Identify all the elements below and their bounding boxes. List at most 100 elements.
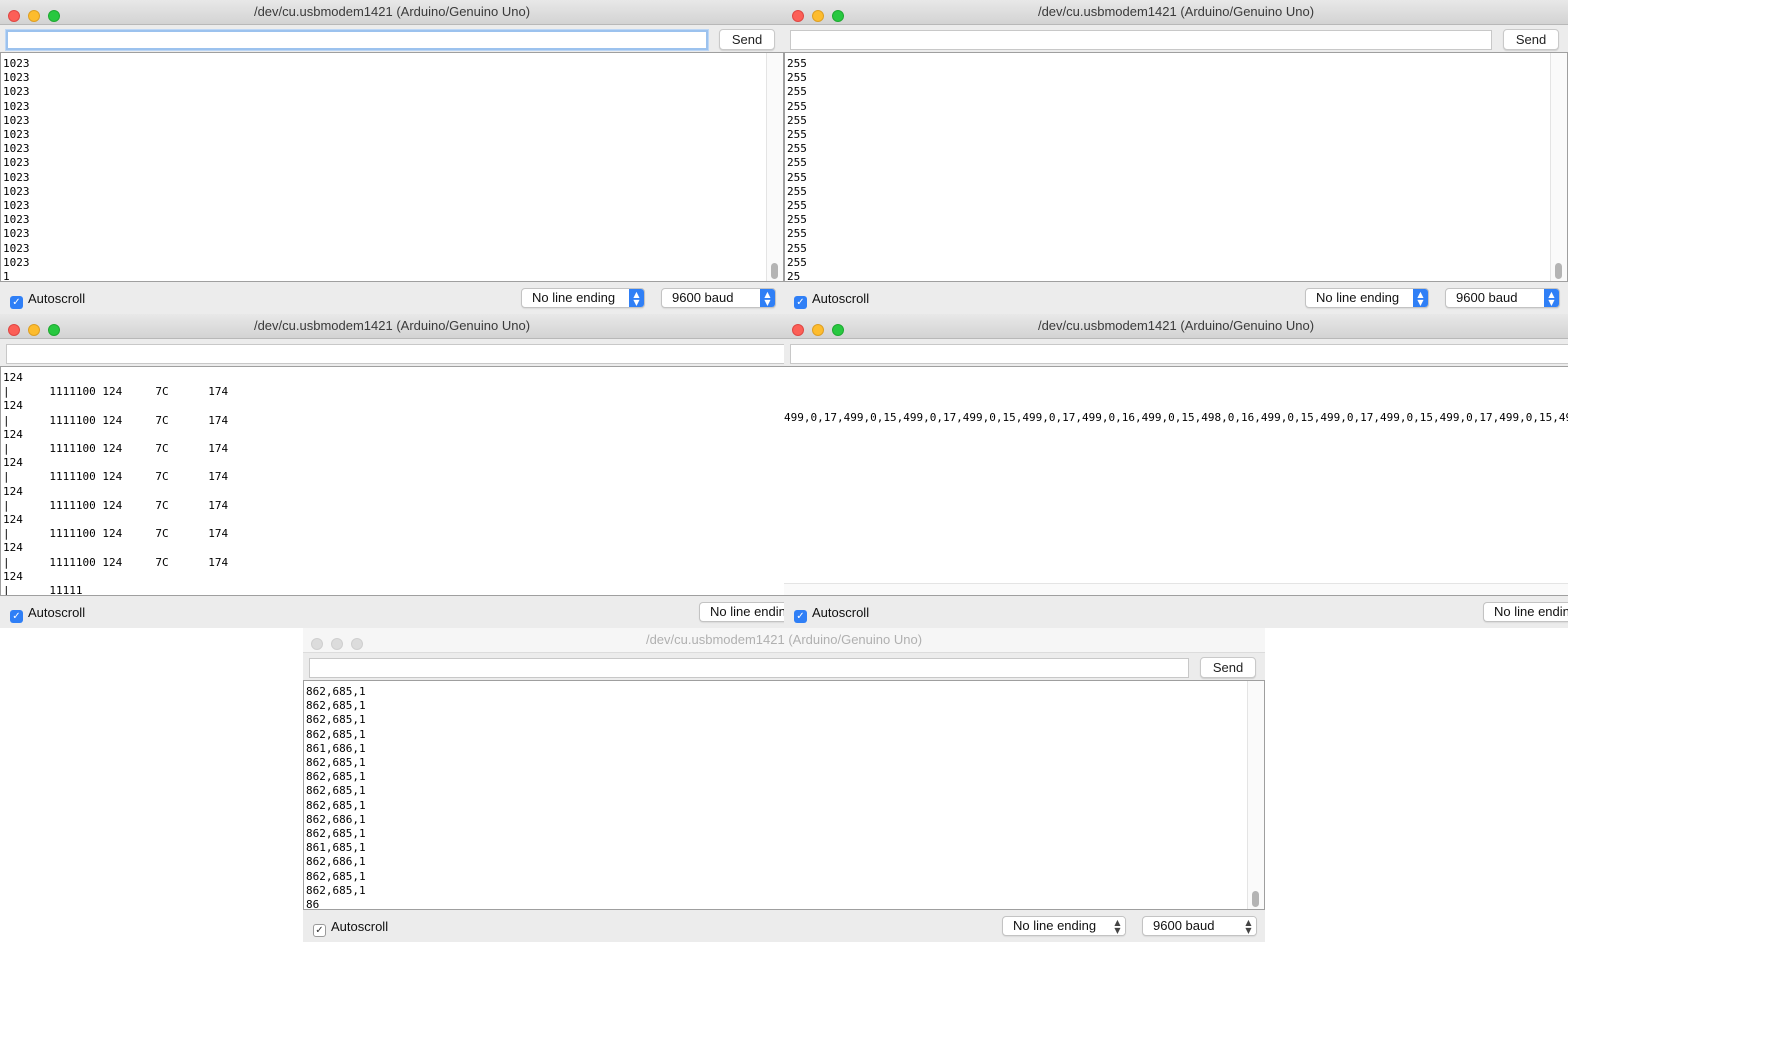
line-ending-select[interactable]: No line ending ▲ ▼: [1002, 916, 1126, 936]
chevron-updown-icon: ▲ ▼: [1413, 289, 1428, 307]
window-controls: [311, 634, 371, 650]
checkmark-icon: ✓: [313, 924, 326, 937]
window-title: /dev/cu.usbmodem1421 (Arduino/Genuino Un…: [1037, 318, 1315, 333]
serial-monitor-window-mid-right: /dev/cu.usbmodem1421 (Arduino/Genuino Un…: [784, 314, 1568, 628]
zoom-window-icon[interactable]: [832, 10, 844, 22]
autoscroll-checkbox[interactable]: ✓ Autoscroll: [10, 605, 86, 623]
line-ending-value: No line ending: [1013, 918, 1097, 933]
bottom-bar: ✓ Autoscroll No line ending ▲ ▼ 9600 baud ▲ ▼: [0, 281, 784, 314]
close-window-icon[interactable]: [8, 324, 20, 336]
vertical-scrollbar[interactable]: [766, 53, 783, 281]
serial-output[interactable]: 862,685,1 862,685,1 862,685,1 862,685,1 …: [303, 680, 1265, 910]
chevron-updown-icon: ▲ ▼: [1241, 917, 1256, 935]
vertical-scrollbar[interactable]: [1247, 681, 1264, 909]
autoscroll-label: Autoscroll: [812, 291, 870, 306]
serial-output[interactable]: 255 255 255 255 255 255 255 255 255 255 …: [784, 52, 1568, 282]
send-input[interactable]: [6, 344, 784, 364]
autoscroll-label: Autoscroll: [331, 919, 389, 934]
scrollbar-thumb[interactable]: [1555, 263, 1562, 279]
title-bar[interactable]: /dev/cu.usbmodem1421 (Arduino/Genuino Un…: [0, 0, 784, 25]
serial-output-text: 124 | 1111100 124 7C 174 124 | 1111100 1…: [3, 371, 229, 596]
title-bar[interactable]: /dev/cu.usbmodem1421 (Arduino/Genuino Un…: [784, 314, 1568, 339]
bottom-bar: ✓ Autoscroll No line ending ▲ ▼ 9600 baud ▲ ▼: [303, 909, 1265, 942]
baud-rate-select[interactable]: 9600 baud ▲ ▼: [1142, 916, 1257, 936]
serial-monitor-window-top-right: /dev/cu.usbmodem1421 (Arduino/Genuino Un…: [784, 0, 1568, 314]
checkmark-icon: ✓: [10, 610, 23, 623]
serial-output-text: 1023 1023 1023 1023 1023 1023 1023 1023 …: [3, 57, 30, 282]
send-input[interactable]: [790, 344, 1568, 364]
line-ending-value: No line endin: [710, 604, 784, 619]
close-window-icon[interactable]: [311, 638, 323, 650]
chevron-updown-icon: ▲ ▼: [629, 289, 644, 307]
line-ending-select[interactable]: No line endin: [699, 602, 784, 622]
autoscroll-checkbox[interactable]: ✓ Autoscroll: [10, 291, 86, 309]
send-button[interactable]: Send: [1200, 657, 1256, 678]
send-button[interactable]: Send: [719, 29, 775, 50]
bottom-bar: ✓ Autoscroll No line endin: [0, 595, 784, 628]
line-ending-select[interactable]: No line endin: [1483, 602, 1568, 622]
vertical-scrollbar[interactable]: [1550, 53, 1567, 281]
send-button[interactable]: Send: [1503, 29, 1559, 50]
chevron-updown-icon: ▲ ▼: [760, 289, 775, 307]
autoscroll-checkbox[interactable]: ✓ Autoscroll: [794, 291, 870, 309]
zoom-window-icon[interactable]: [48, 10, 60, 22]
chevron-updown-icon: ▲ ▼: [1544, 289, 1559, 307]
baud-rate-value: 9600 baud: [1456, 290, 1518, 305]
send-input[interactable]: [309, 658, 1189, 678]
checkmark-icon: ✓: [10, 296, 23, 309]
serial-monitor-window-top-left: /dev/cu.usbmodem1421 (Arduino/Genuino Un…: [0, 0, 784, 314]
line-ending-select[interactable]: No line ending ▲ ▼: [521, 288, 645, 308]
window-controls: [8, 320, 68, 336]
line-ending-select[interactable]: No line ending ▲ ▼: [1305, 288, 1429, 308]
title-bar[interactable]: /dev/cu.usbmodem1421 (Arduino/Genuino Un…: [303, 628, 1265, 653]
serial-output-text: 499,0,17,499,0,15,499,0,17,499,0,15,499,…: [784, 411, 1568, 424]
serial-monitor-window-bottom: /dev/cu.usbmodem1421 (Arduino/Genuino Un…: [303, 628, 1265, 942]
window-controls: [792, 6, 852, 22]
line-ending-value: No line ending: [532, 290, 616, 305]
minimize-window-icon[interactable]: [812, 324, 824, 336]
send-input[interactable]: [790, 30, 1492, 50]
minimize-window-icon[interactable]: [28, 324, 40, 336]
serial-output-text: 862,685,1 862,685,1 862,685,1 862,685,1 …: [306, 685, 366, 910]
zoom-window-icon[interactable]: [48, 324, 60, 336]
title-bar[interactable]: /dev/cu.usbmodem1421 (Arduino/Genuino Un…: [784, 0, 1568, 25]
close-window-icon[interactable]: [8, 10, 20, 22]
baud-rate-select[interactable]: 9600 baud ▲ ▼: [1445, 288, 1560, 308]
window-title: /dev/cu.usbmodem1421 (Arduino/Genuino Un…: [253, 4, 531, 19]
serial-monitor-window-mid-left: /dev/cu.usbmodem1421 (Arduino/Genuino Un…: [0, 314, 784, 628]
baud-rate-value: 9600 baud: [672, 290, 734, 305]
serial-output[interactable]: 499,0,17,499,0,15,499,0,17,499,0,15,499,…: [784, 366, 1568, 596]
serial-output[interactable]: 124 | 1111100 124 7C 174 124 | 1111100 1…: [0, 366, 784, 596]
serial-output[interactable]: 1023 1023 1023 1023 1023 1023 1023 1023 …: [0, 52, 784, 282]
checkmark-icon: ✓: [794, 296, 807, 309]
window-title: /dev/cu.usbmodem1421 (Arduino/Genuino Un…: [253, 318, 531, 333]
bottom-bar: ✓ Autoscroll No line ending ▲ ▼ 9600 baud ▲ ▼: [784, 281, 1568, 314]
minimize-window-icon[interactable]: [28, 10, 40, 22]
checkmark-icon: ✓: [794, 610, 807, 623]
close-window-icon[interactable]: [792, 10, 804, 22]
serial-output-text: 255 255 255 255 255 255 255 255 255 255 …: [787, 57, 807, 282]
window-controls: [792, 320, 852, 336]
zoom-window-icon[interactable]: [351, 638, 363, 650]
line-ending-value: No line endin: [1494, 604, 1568, 619]
baud-rate-value: 9600 baud: [1153, 918, 1215, 933]
chevron-updown-icon: ▲ ▼: [1110, 917, 1125, 935]
autoscroll-label: Autoscroll: [28, 605, 86, 620]
line-ending-value: No line ending: [1316, 290, 1400, 305]
close-window-icon[interactable]: [792, 324, 804, 336]
autoscroll-checkbox[interactable]: ✓ Autoscroll: [313, 919, 389, 937]
baud-rate-select[interactable]: 9600 baud ▲ ▼: [661, 288, 776, 308]
scrollbar-thumb[interactable]: [771, 263, 778, 279]
window-title: /dev/cu.usbmodem1421 (Arduino/Genuino Un…: [1037, 4, 1315, 19]
window-controls: [8, 6, 68, 22]
window-title: /dev/cu.usbmodem1421 (Arduino/Genuino Un…: [645, 632, 923, 647]
autoscroll-checkbox[interactable]: ✓ Autoscroll: [794, 605, 869, 623]
minimize-window-icon[interactable]: [331, 638, 343, 650]
zoom-window-icon[interactable]: [832, 324, 844, 336]
scrollbar-thumb[interactable]: [1252, 891, 1259, 907]
autoscroll-label: Autoscroll: [28, 291, 86, 306]
title-bar[interactable]: /dev/cu.usbmodem1421 (Arduino/Genuino Un…: [0, 314, 784, 339]
minimize-window-icon[interactable]: [812, 10, 824, 22]
bottom-bar: ✓ Autoscroll No line endin: [784, 595, 1568, 628]
send-input[interactable]: [6, 30, 708, 50]
